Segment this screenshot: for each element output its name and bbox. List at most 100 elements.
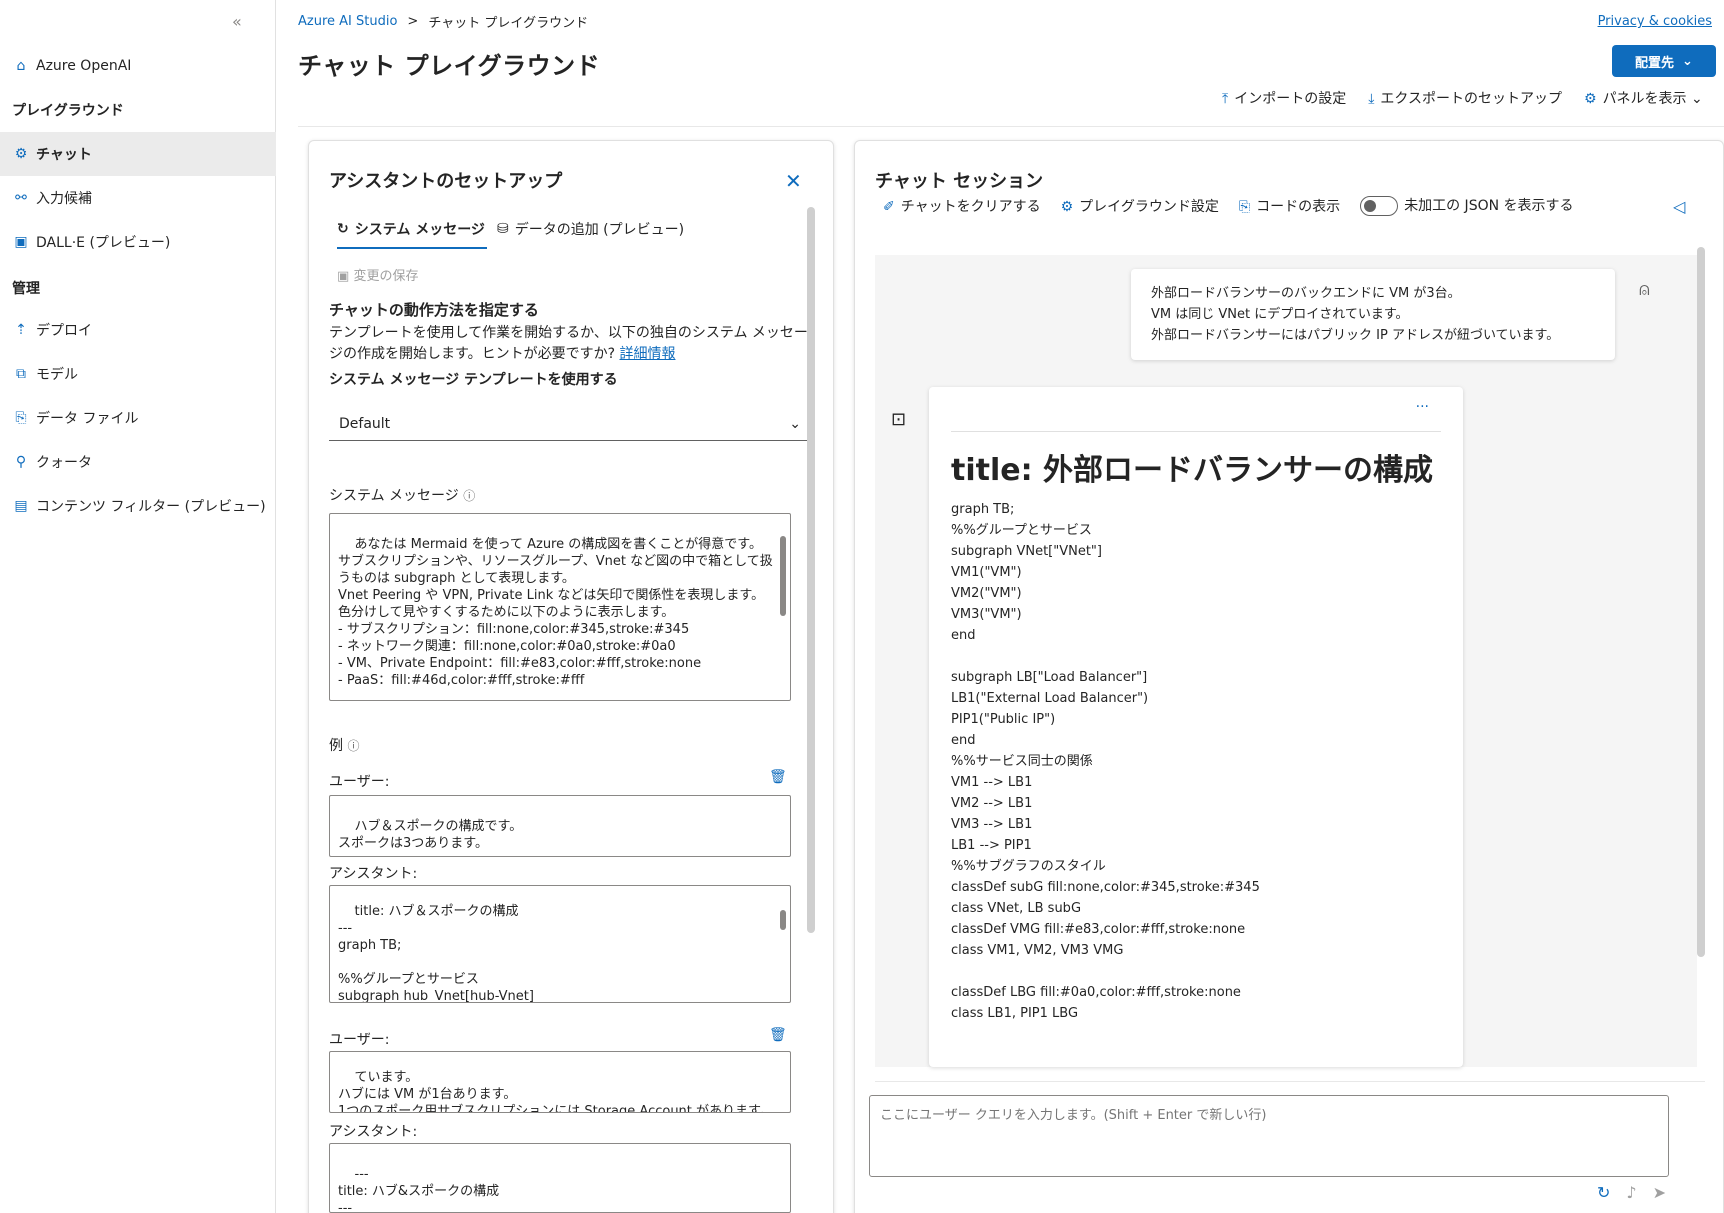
code-line: VM2("VM")	[951, 586, 1022, 601]
tab-add-data-label: データの追加 (プレビュー)	[514, 222, 685, 238]
chat-scrollbar[interactable]	[1697, 247, 1705, 957]
toggle-switch[interactable]	[1360, 196, 1399, 216]
learn-more-link[interactable]: 詳細情報	[619, 346, 675, 362]
assistant-message-title: title: 外部ロードバランサーの構成	[951, 453, 1434, 488]
textarea-scrollbar[interactable]	[778, 890, 788, 998]
deploy-button[interactable]: 配置先 ⌄	[1612, 45, 1716, 77]
raw-json-label: 未加工の JSON を表示する	[1404, 198, 1574, 214]
code-line: subgraph LB["Load Balancer"]	[951, 670, 1148, 685]
show-panels-label: パネルを表示	[1602, 91, 1687, 107]
sidebar-item-label: モデル	[36, 367, 78, 383]
code-line: class VM1, VM2, VM3 VMG	[951, 943, 1124, 958]
gear-icon: ⚙	[1060, 198, 1074, 215]
image-icon: ▣	[14, 234, 28, 250]
refresh-icon: ↻	[337, 221, 349, 237]
view-code-button[interactable]: ⎘ コードの表示	[1239, 196, 1340, 216]
example2-assistant-textarea[interactable]: --- title: ハブ&スポークの構成 ---	[329, 1143, 791, 1213]
sidebar-item-label: コンテンツ フィルター (プレビュー)	[36, 499, 266, 515]
chat-icon: ⚙	[14, 146, 28, 162]
code-line: classDef LBG fill:#0a0,color:#fff,stroke…	[951, 985, 1241, 1000]
code-line: VM3("VM")	[951, 607, 1022, 622]
completions-icon: ⚯	[15, 190, 27, 206]
save-changes-button[interactable]: ▣ 変更の保存	[337, 265, 418, 284]
sidebar-item-data-files[interactable]: ⎘ データ ファイル	[0, 396, 276, 440]
code-line: classDef VMG fill:#e83,color:#fff,stroke…	[951, 922, 1246, 937]
assistant-message: ··· title: 外部ロードバランサーの構成 graph TB; %%グループ…	[929, 387, 1463, 1067]
import-settings-button[interactable]: ⤒ インポートの設定	[1222, 88, 1346, 108]
refresh-icon[interactable]: ↻	[1597, 1183, 1610, 1202]
tab-add-data[interactable]: ⛁ データの追加 (プレビュー)	[497, 219, 684, 239]
delete-example-icon[interactable]: 🗑	[769, 769, 787, 785]
code-line: VM1("VM")	[951, 565, 1022, 580]
microphone-icon[interactable]: ♪	[1626, 1183, 1636, 1202]
user-avatar-icon: ⍝	[1639, 279, 1650, 300]
example2-user-text: ています。 ハブには VM が1台あります。 1つのスポーク用サブスクリプション…	[338, 1070, 773, 1113]
home-icon: ⌂	[16, 58, 26, 74]
example1-user-textarea[interactable]: ハブ＆スポークの構成です。 スポークは3つあります。	[329, 795, 791, 857]
code-line: classDef subG fill:none,color:#345,strok…	[951, 880, 1260, 895]
example1-assistant-textarea[interactable]: title: ハブ＆スポークの構成 --- graph TB; %%グループとサ…	[329, 885, 791, 1003]
code-line: VM2 --> LB1	[951, 796, 1033, 811]
tab-system-message[interactable]: ↻ システム メッセージ	[337, 219, 485, 239]
page-title: チャット プレイグラウンド	[298, 52, 601, 80]
example2-assistant-label: アシスタント:	[329, 1124, 418, 1140]
filter-icon: ▤	[14, 498, 28, 514]
close-icon[interactable]: ✕	[785, 169, 802, 193]
raw-json-toggle[interactable]: 未加工の JSON を表示する	[1360, 195, 1574, 216]
import-settings-label: インポートの設定	[1234, 91, 1347, 107]
panel-scrollbar[interactable]	[807, 207, 815, 933]
textarea-scrollbar[interactable]	[778, 518, 788, 696]
assistant-message-body: graph TB; %%グループとサービス subgraph VNet["VNet"…	[951, 499, 1441, 1024]
sidebar-item-dalle[interactable]: ▣ DALL·E (プレビュー)	[0, 220, 276, 264]
delete-example-icon[interactable]: 🗑	[769, 1027, 787, 1043]
code-line: %%グループとサービス	[951, 523, 1092, 538]
playground-settings-button[interactable]: ⚙ プレイグラウンド設定	[1061, 196, 1219, 216]
export-setup-button[interactable]: ⤓ エクスポートのセットアップ	[1368, 88, 1562, 108]
deploy-button-label: 配置先	[1635, 55, 1675, 71]
code-line: PIP1("Public IP")	[951, 712, 1056, 727]
info-icon[interactable]: ⓘ	[347, 739, 359, 753]
behavior-text: テンプレートを使用して作業を開始するか、以下の独自のシステム メッセージの作成を…	[329, 325, 808, 362]
sidebar-item-label: Azure OpenAI	[36, 58, 132, 74]
assistant-setup-title: アシスタントのセットアップ	[329, 171, 563, 192]
behavior-heading: チャットの動作方法を指定する	[329, 301, 539, 319]
user-query-input[interactable]	[869, 1095, 1669, 1177]
system-message-text: あなたは Mermaid を使って Azure の構成図を書くことが得意です。 …	[338, 537, 773, 688]
chat-toolbar: ✐ チャットをクリアする ⚙ プレイグラウンド設定 ⎘ コードの表示 未加工の JSO…	[883, 195, 1574, 216]
speaker-icon[interactable]: ◁	[1673, 197, 1685, 216]
send-icon[interactable]: ➤	[1653, 1183, 1666, 1202]
chevron-down-icon: ⌄	[789, 415, 801, 432]
template-dropdown[interactable]: Default ⌄	[329, 407, 811, 441]
sidebar-item-models[interactable]: ⧉ モデル	[0, 352, 276, 396]
gear-icon: ⚙	[1584, 91, 1597, 107]
sidebar-item-quota[interactable]: ⚲ クォータ	[0, 440, 276, 484]
sidebar-item-label: チャット	[36, 147, 92, 163]
save-icon: ▣	[337, 269, 350, 284]
breadcrumb-root-link[interactable]: Azure AI Studio	[298, 14, 397, 29]
system-message-textarea[interactable]: あなたは Mermaid を使って Azure の構成図を書くことが得意です。 …	[329, 513, 791, 701]
sidebar-item-deploy[interactable]: ⇡ デプロイ	[0, 308, 276, 352]
sidebar-item-completions[interactable]: ⚯ 入力候補	[0, 176, 276, 220]
system-message-label: システム メッセージ ⓘ	[329, 485, 475, 505]
info-icon[interactable]: ⓘ	[463, 489, 475, 503]
show-panels-button[interactable]: ⚙ パネルを表示 ⌄	[1584, 88, 1703, 108]
collapse-sidebar-icon[interactable]: «	[232, 12, 242, 31]
privacy-link[interactable]: Privacy & cookies	[1598, 14, 1712, 29]
user-message-line: VM は同じ VNet にデプロイされています。	[1151, 307, 1409, 322]
more-options-icon[interactable]: ···	[1416, 399, 1429, 415]
example2-user-textarea[interactable]: ています。 ハブには VM が1台あります。 1つのスポーク用サブスクリプション…	[329, 1051, 791, 1113]
download-icon: ⤓	[1368, 91, 1375, 107]
sidebar-item-chat[interactable]: ⚙ チャット	[0, 132, 276, 176]
template-label: システム メッセージ テンプレートを使用する	[329, 372, 618, 388]
code-line: subgraph VNet["VNet"]	[951, 544, 1102, 559]
template-dropdown-value: Default	[339, 415, 391, 432]
clear-chat-button[interactable]: ✐ チャットをクリアする	[883, 196, 1041, 216]
sidebar: « ⌂ Azure OpenAI プレイグラウンド ⚙ チャット ⚯ 入力候補 …	[0, 0, 276, 1213]
code-line: LB1 --> PIP1	[951, 838, 1032, 853]
sidebar-item-azure-openai[interactable]: ⌂ Azure OpenAI	[0, 44, 276, 88]
sidebar-item-content-filter[interactable]: ▤ コンテンツ フィルター (プレビュー)	[0, 484, 276, 528]
examples-label: 例 ⓘ	[329, 735, 359, 755]
user-message-line: 外部ロードバランサーのバックエンドに VM が3台。	[1151, 286, 1461, 301]
